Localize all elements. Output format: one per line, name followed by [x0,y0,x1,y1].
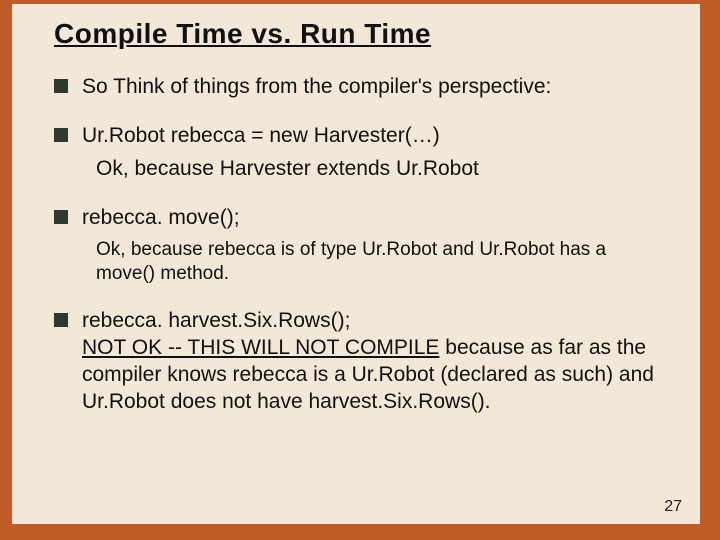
bullet-text: rebecca. harvest.Six.Rows(); NOT OK -- T… [82,308,674,416]
bullet-item-3: rebecca. move(); [54,205,674,232]
bullet-subtext: Ok, because Harvester extends Ur.Robot [96,156,674,183]
bullet-item-2: Ur.Robot rebecca = new Harvester(…) [54,123,674,150]
emphasis-underline: NOT OK -- THIS WILL NOT COMPILE [82,336,439,359]
square-bullet-icon [54,128,68,142]
page-number: 27 [664,498,682,516]
code-line: rebecca. harvest.Six.Rows(); [82,309,350,332]
square-bullet-icon [54,313,68,327]
square-bullet-icon [54,210,68,224]
bullet-text: Ur.Robot rebecca = new Harvester(…) [82,123,674,150]
bullet-text: rebecca. move(); [82,205,674,232]
bullet-text: So Think of things from the compiler's p… [82,74,674,101]
square-bullet-icon [54,79,68,93]
bullet-subtext: Ok, because rebecca is of type Ur.Robot … [96,238,674,287]
bullet-item-1: So Think of things from the compiler's p… [54,74,674,101]
bullet-item-4: rebecca. harvest.Six.Rows(); NOT OK -- T… [54,308,674,416]
slide-panel: Compile Time vs. Run Time So Think of th… [12,4,700,524]
slide-title: Compile Time vs. Run Time [54,18,674,50]
